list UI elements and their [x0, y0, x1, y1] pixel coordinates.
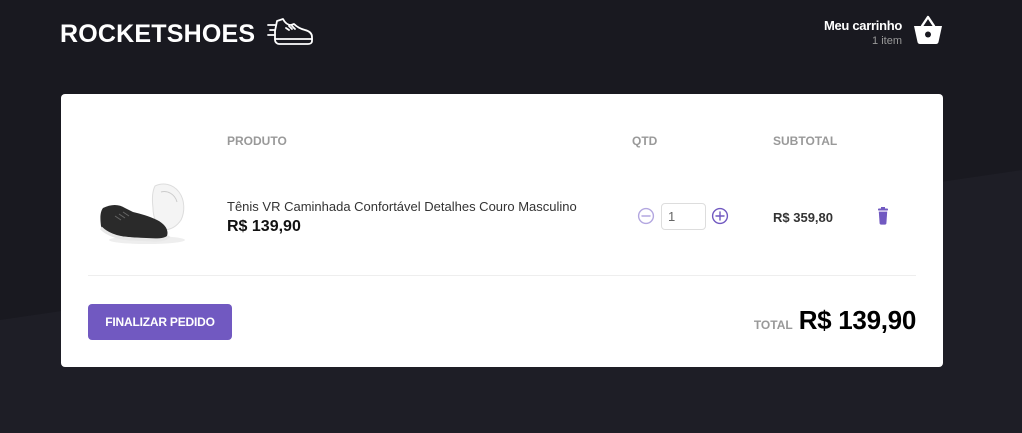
- cart-title: Meu carrinho: [823, 17, 902, 33]
- cart-link[interactable]: Meu carrinho 1 item: [824, 14, 944, 50]
- item-subtotal: R$ 359,80: [773, 210, 833, 225]
- plus-circle-icon[interactable]: [711, 207, 729, 225]
- row-divider: [88, 275, 916, 276]
- column-header-quantity: QTD: [632, 134, 658, 148]
- logo[interactable]: ROCKETSHOES: [60, 14, 315, 54]
- cart-summary: Meu carrinho 1 item: [824, 18, 902, 47]
- column-header-subtotal: SUBTOTAL: [773, 134, 838, 148]
- trash-icon[interactable]: [873, 207, 893, 225]
- cart-container: PRODUTO QTD SUBTOTAL Tênis VR Caminhada …: [61, 94, 943, 367]
- total-value: R$ 139,90: [798, 305, 917, 335]
- minus-circle-icon[interactable]: [637, 207, 655, 225]
- cart-total: TOTAL R$ 139,90: [754, 305, 916, 336]
- running-shoe-icon: [267, 15, 315, 54]
- column-header-product: PRODUTO: [227, 134, 287, 148]
- logo-text: ROCKETSHOES: [60, 19, 256, 48]
- checkout-button[interactable]: FINALIZAR PEDIDO: [88, 304, 232, 340]
- quantity-input[interactable]: [661, 203, 706, 230]
- product-title[interactable]: Tênis VR Caminhada Confortável Detalhes …: [227, 199, 577, 214]
- cart-count: 1 item: [872, 34, 902, 47]
- product-image: [99, 183, 185, 244]
- total-label: TOTAL: [753, 318, 793, 332]
- app-header: ROCKETSHOES Meu carrinho 1 item: [0, 0, 1022, 70]
- shopping-basket-icon: [912, 15, 944, 50]
- product-price: R$ 139,90: [227, 218, 301, 235]
